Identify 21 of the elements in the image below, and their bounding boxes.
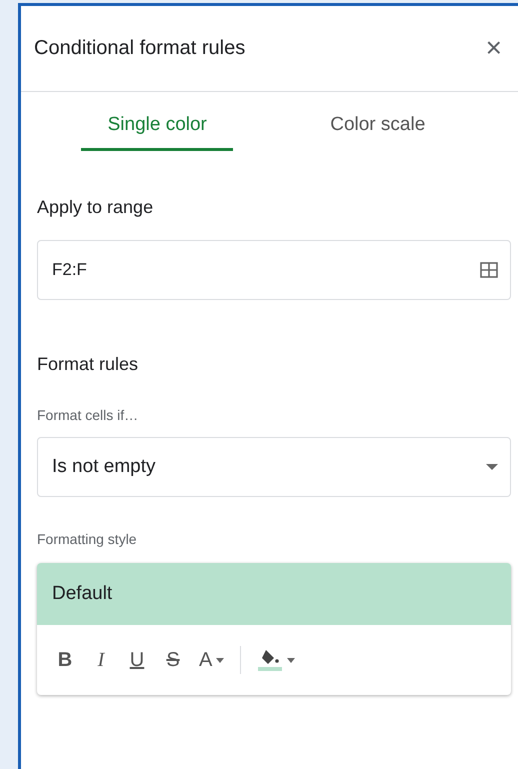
range-field[interactable]: F2:F [37,240,511,300]
panel-title: Conditional format rules [34,36,246,60]
grid-icon [480,262,498,278]
italic-button[interactable]: I [85,642,117,678]
caret-icon [287,658,296,662]
tab[interactable]: Color scale [302,100,454,151]
underline-button[interactable]: U [121,642,153,678]
paint-bucket-icon [257,648,284,672]
field-label: Formatting style [37,531,138,547]
caret-icon [216,658,224,662]
strikethrough-button[interactable]: S [157,642,189,678]
condition-dropdown[interactable]: Is not empty [37,437,511,497]
tab[interactable]: Single color [81,100,234,151]
field-label: Format cells if… [37,407,140,423]
close-button[interactable]: × [482,34,506,62]
section-heading: Format rules [37,354,140,375]
caret-icon [486,464,498,470]
preview-sample: Default [37,563,511,625]
section-label: Apply to range [37,197,154,218]
text-color-button[interactable]: A [193,642,230,678]
bold-button[interactable]: B [49,642,81,678]
